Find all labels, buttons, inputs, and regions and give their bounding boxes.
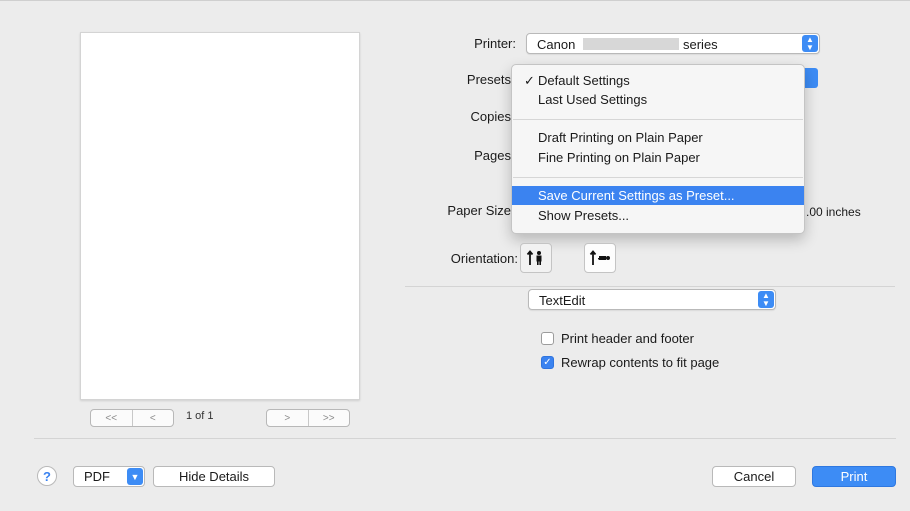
pages-label: Pages — [474, 148, 511, 163]
printer-brand: Canon — [537, 37, 576, 52]
presets-popup-stepper[interactable] — [804, 68, 818, 88]
header-footer-checkbox[interactable] — [541, 332, 554, 345]
portrait-orientation-button[interactable] — [520, 243, 552, 273]
footer-divider — [34, 438, 896, 439]
paper-size-value: .00 inches — [806, 205, 861, 219]
menu-item-label: Last Used Settings — [538, 92, 648, 107]
copies-label: Copies — [470, 109, 511, 124]
first-page-button[interactable]: << — [91, 410, 132, 426]
menu-item-fine-printing[interactable]: Fine Printing on Plain Paper — [512, 148, 804, 167]
preview-nav-back-group: << < — [90, 409, 174, 427]
portrait-orientation-icon — [526, 250, 542, 265]
menu-item-label: Draft Printing on Plain Paper — [538, 130, 703, 145]
menu-item-label: Default Settings — [538, 73, 630, 88]
paper-size-label: Paper Size — [447, 203, 511, 218]
app-settings-value: TextEdit — [539, 293, 586, 308]
next-page-button[interactable]: > — [267, 410, 308, 426]
menu-item-label: Fine Printing on Plain Paper — [538, 150, 700, 165]
printer-label: Printer: — [474, 36, 516, 51]
page-count: 1 of 1 — [186, 410, 214, 422]
app-settings-popup[interactable]: TextEdit ▲ ▼ — [528, 289, 776, 310]
redacted-model — [583, 38, 679, 50]
menu-item-save-preset[interactable]: Save Current Settings as Preset... — [512, 186, 804, 205]
menu-item-label: Show Presets... — [538, 208, 630, 223]
menu-item-show-presets[interactable]: Show Presets... — [512, 206, 804, 225]
stepper-icon: ▲ ▼ — [802, 35, 818, 52]
menu-separator — [513, 119, 803, 120]
top-divider — [0, 0, 910, 1]
preview-nav-forward-group: > >> — [266, 409, 350, 427]
hide-details-button[interactable]: Hide Details — [153, 466, 275, 487]
pdf-menu-button[interactable]: PDF ▼ — [73, 466, 145, 487]
rewrap-checkbox[interactable]: ✓ — [541, 356, 554, 369]
landscape-orientation-button[interactable] — [584, 243, 616, 273]
print-button[interactable]: Print — [812, 466, 896, 487]
landscape-orientation-icon — [589, 250, 610, 265]
stepper-icon: ▲ ▼ — [758, 291, 774, 308]
menu-item-last-used-settings[interactable]: Last Used Settings — [512, 90, 804, 109]
menu-item-draft-printing[interactable]: Draft Printing on Plain Paper — [512, 128, 804, 147]
presets-label: Presets — [466, 72, 511, 87]
printer-suffix: series — [683, 37, 718, 52]
last-page-button[interactable]: >> — [307, 410, 350, 426]
pdf-label: PDF — [84, 469, 110, 484]
pdf-chevron-icon: ▼ — [127, 468, 143, 485]
menu-item-label: Save Current Settings as Preset... — [538, 188, 735, 203]
presets-menu: ✓ Default Settings Last Used Settings Dr… — [511, 64, 805, 234]
print-preview-page — [80, 32, 360, 400]
checkmark-icon: ✓ — [524, 73, 535, 88]
header-footer-label: Print header and footer — [561, 331, 694, 346]
help-button[interactable]: ? — [37, 466, 57, 486]
cancel-button[interactable]: Cancel — [712, 466, 796, 487]
printer-popup[interactable]: Canon series ▲ ▼ — [526, 33, 820, 54]
menu-item-default-settings[interactable]: ✓ Default Settings — [512, 71, 804, 90]
section-divider — [405, 286, 895, 287]
rewrap-label: Rewrap contents to fit page — [561, 355, 720, 370]
previous-page-button[interactable]: < — [131, 410, 174, 426]
orientation-label: Orientation: — [450, 251, 518, 266]
menu-separator — [513, 177, 803, 178]
